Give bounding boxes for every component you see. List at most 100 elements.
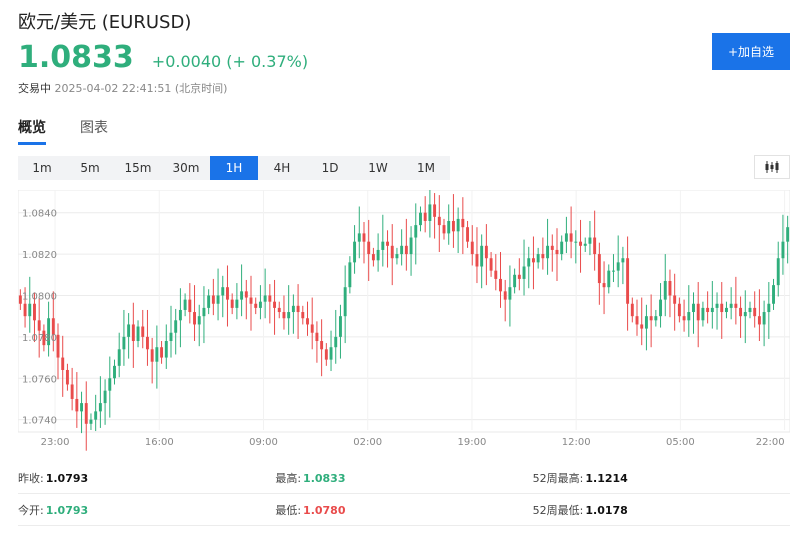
interval-5m[interactable]: 5m — [66, 156, 114, 180]
candle-body — [197, 316, 201, 325]
x-tick-label: 16:00 — [145, 437, 174, 448]
price-row: 1.0833 +0.0040 (+ 0.37%) — [18, 40, 308, 75]
interval-4h[interactable]: 4H — [258, 156, 306, 180]
candle-body — [287, 312, 291, 319]
candle-body — [555, 249, 559, 255]
candle-body — [61, 357, 65, 370]
candlestick-icon — [765, 161, 779, 173]
candle-body — [207, 295, 211, 308]
candle-body — [113, 365, 116, 379]
interval-15m[interactable]: 15m — [114, 156, 162, 180]
candle-body — [574, 241, 578, 243]
x-tick-label: 02:00 — [353, 437, 382, 448]
candle-body — [84, 403, 88, 424]
interval-1m[interactable]: 1m — [18, 156, 66, 180]
candle-body — [164, 341, 168, 358]
candle-body — [258, 301, 262, 308]
candle-body — [654, 316, 658, 321]
candle-body — [211, 295, 215, 304]
candle-body — [371, 254, 375, 261]
candle-body — [386, 241, 389, 246]
y-tick-label: 1.0800 — [22, 291, 57, 302]
candle-body — [89, 419, 93, 424]
candle-body — [757, 316, 761, 325]
candle-body — [404, 245, 408, 255]
candle-body — [193, 312, 196, 325]
candle-body — [710, 307, 714, 313]
stat-52w-high: 52周最高: 1.1214 — [532, 471, 628, 485]
tab-overview[interactable]: 概览 — [18, 117, 46, 145]
candle-body — [470, 241, 474, 255]
candle-body — [357, 233, 361, 242]
candle-body — [145, 336, 149, 350]
interval-selector: 1m 5m 15m 30m 1H 4H 1D 1W 1M — [18, 156, 450, 180]
candle-body — [776, 258, 780, 286]
candle-body — [447, 220, 451, 234]
candle-body — [141, 326, 145, 337]
candle-body — [644, 316, 648, 329]
x-tick-label: 12:00 — [562, 437, 591, 448]
candle-body — [593, 237, 597, 255]
candle-body — [673, 295, 677, 304]
candle-body — [451, 220, 455, 232]
candle-body — [550, 245, 554, 250]
candle-body — [400, 245, 404, 255]
candle-body — [748, 307, 752, 313]
candle-body — [235, 299, 239, 308]
candle-body — [230, 299, 234, 308]
trading-status: 交易中 2025-04-02 22:41:51 (北京时间) — [18, 80, 227, 96]
add-watchlist-button[interactable]: +加自选 — [712, 33, 790, 70]
candle-body — [419, 212, 422, 226]
candle-body — [612, 270, 615, 272]
candle-body — [706, 307, 710, 313]
candle-body — [466, 227, 470, 242]
candle-body — [23, 303, 27, 317]
chart-type-button[interactable] — [754, 155, 790, 179]
candle-body — [240, 291, 244, 300]
interval-1mo[interactable]: 1M — [402, 156, 450, 180]
candle-body — [70, 384, 74, 399]
candle-body — [296, 305, 300, 313]
candle-body — [376, 249, 380, 261]
candle-body — [508, 287, 512, 300]
x-tick-label: 23:00 — [41, 437, 70, 448]
y-tick-label: 1.0780 — [22, 333, 57, 344]
interval-1w[interactable]: 1W — [354, 156, 402, 180]
candle-body — [621, 258, 625, 263]
candle-body — [607, 270, 611, 288]
candle-body — [160, 347, 164, 358]
candle-body — [178, 309, 182, 321]
candle-body — [409, 237, 413, 255]
interval-30m[interactable]: 30m — [162, 156, 210, 180]
candlestick-chart[interactable]: 1.0840 1.0820 1.0800 1.0780 1.0760 1.0740 23:… — [18, 190, 790, 454]
candle-body — [122, 336, 126, 350]
candle-body — [739, 307, 743, 317]
tab-chart[interactable]: 图表 — [80, 117, 108, 145]
candle-body — [37, 320, 41, 331]
candle-body — [729, 303, 733, 308]
candle-body — [381, 241, 385, 250]
x-tick-label: 19:00 — [458, 437, 487, 448]
candle-body — [263, 295, 267, 302]
x-tick-label: 09:00 — [249, 437, 278, 448]
candle-body — [753, 307, 757, 317]
stats-row-2: 今开: 1.0793 最低: 1.0780 52周最低: 1.0178 — [18, 494, 790, 526]
stat-open: 今开: 1.0793 — [18, 503, 89, 517]
candle-body — [564, 233, 568, 242]
stat-high: 最高: 1.0833 — [275, 471, 346, 485]
candle-body — [494, 270, 498, 279]
candle-body — [202, 307, 206, 317]
candle-body — [569, 233, 573, 242]
candle-body — [353, 241, 357, 263]
interval-1d[interactable]: 1D — [306, 156, 354, 180]
candle-body — [343, 287, 347, 317]
candle-body — [94, 411, 98, 420]
stats-row-1: 昨收: 1.0793 最高: 1.0833 52周最高: 1.1214 — [18, 462, 790, 494]
candle-body — [150, 349, 154, 362]
candle-body — [663, 280, 667, 300]
price-change: +0.0040 (+ 0.37%) — [151, 52, 309, 71]
candle-body — [428, 204, 432, 221]
candle-body — [390, 245, 394, 259]
candle-body — [649, 316, 653, 321]
interval-1h[interactable]: 1H — [210, 156, 258, 180]
